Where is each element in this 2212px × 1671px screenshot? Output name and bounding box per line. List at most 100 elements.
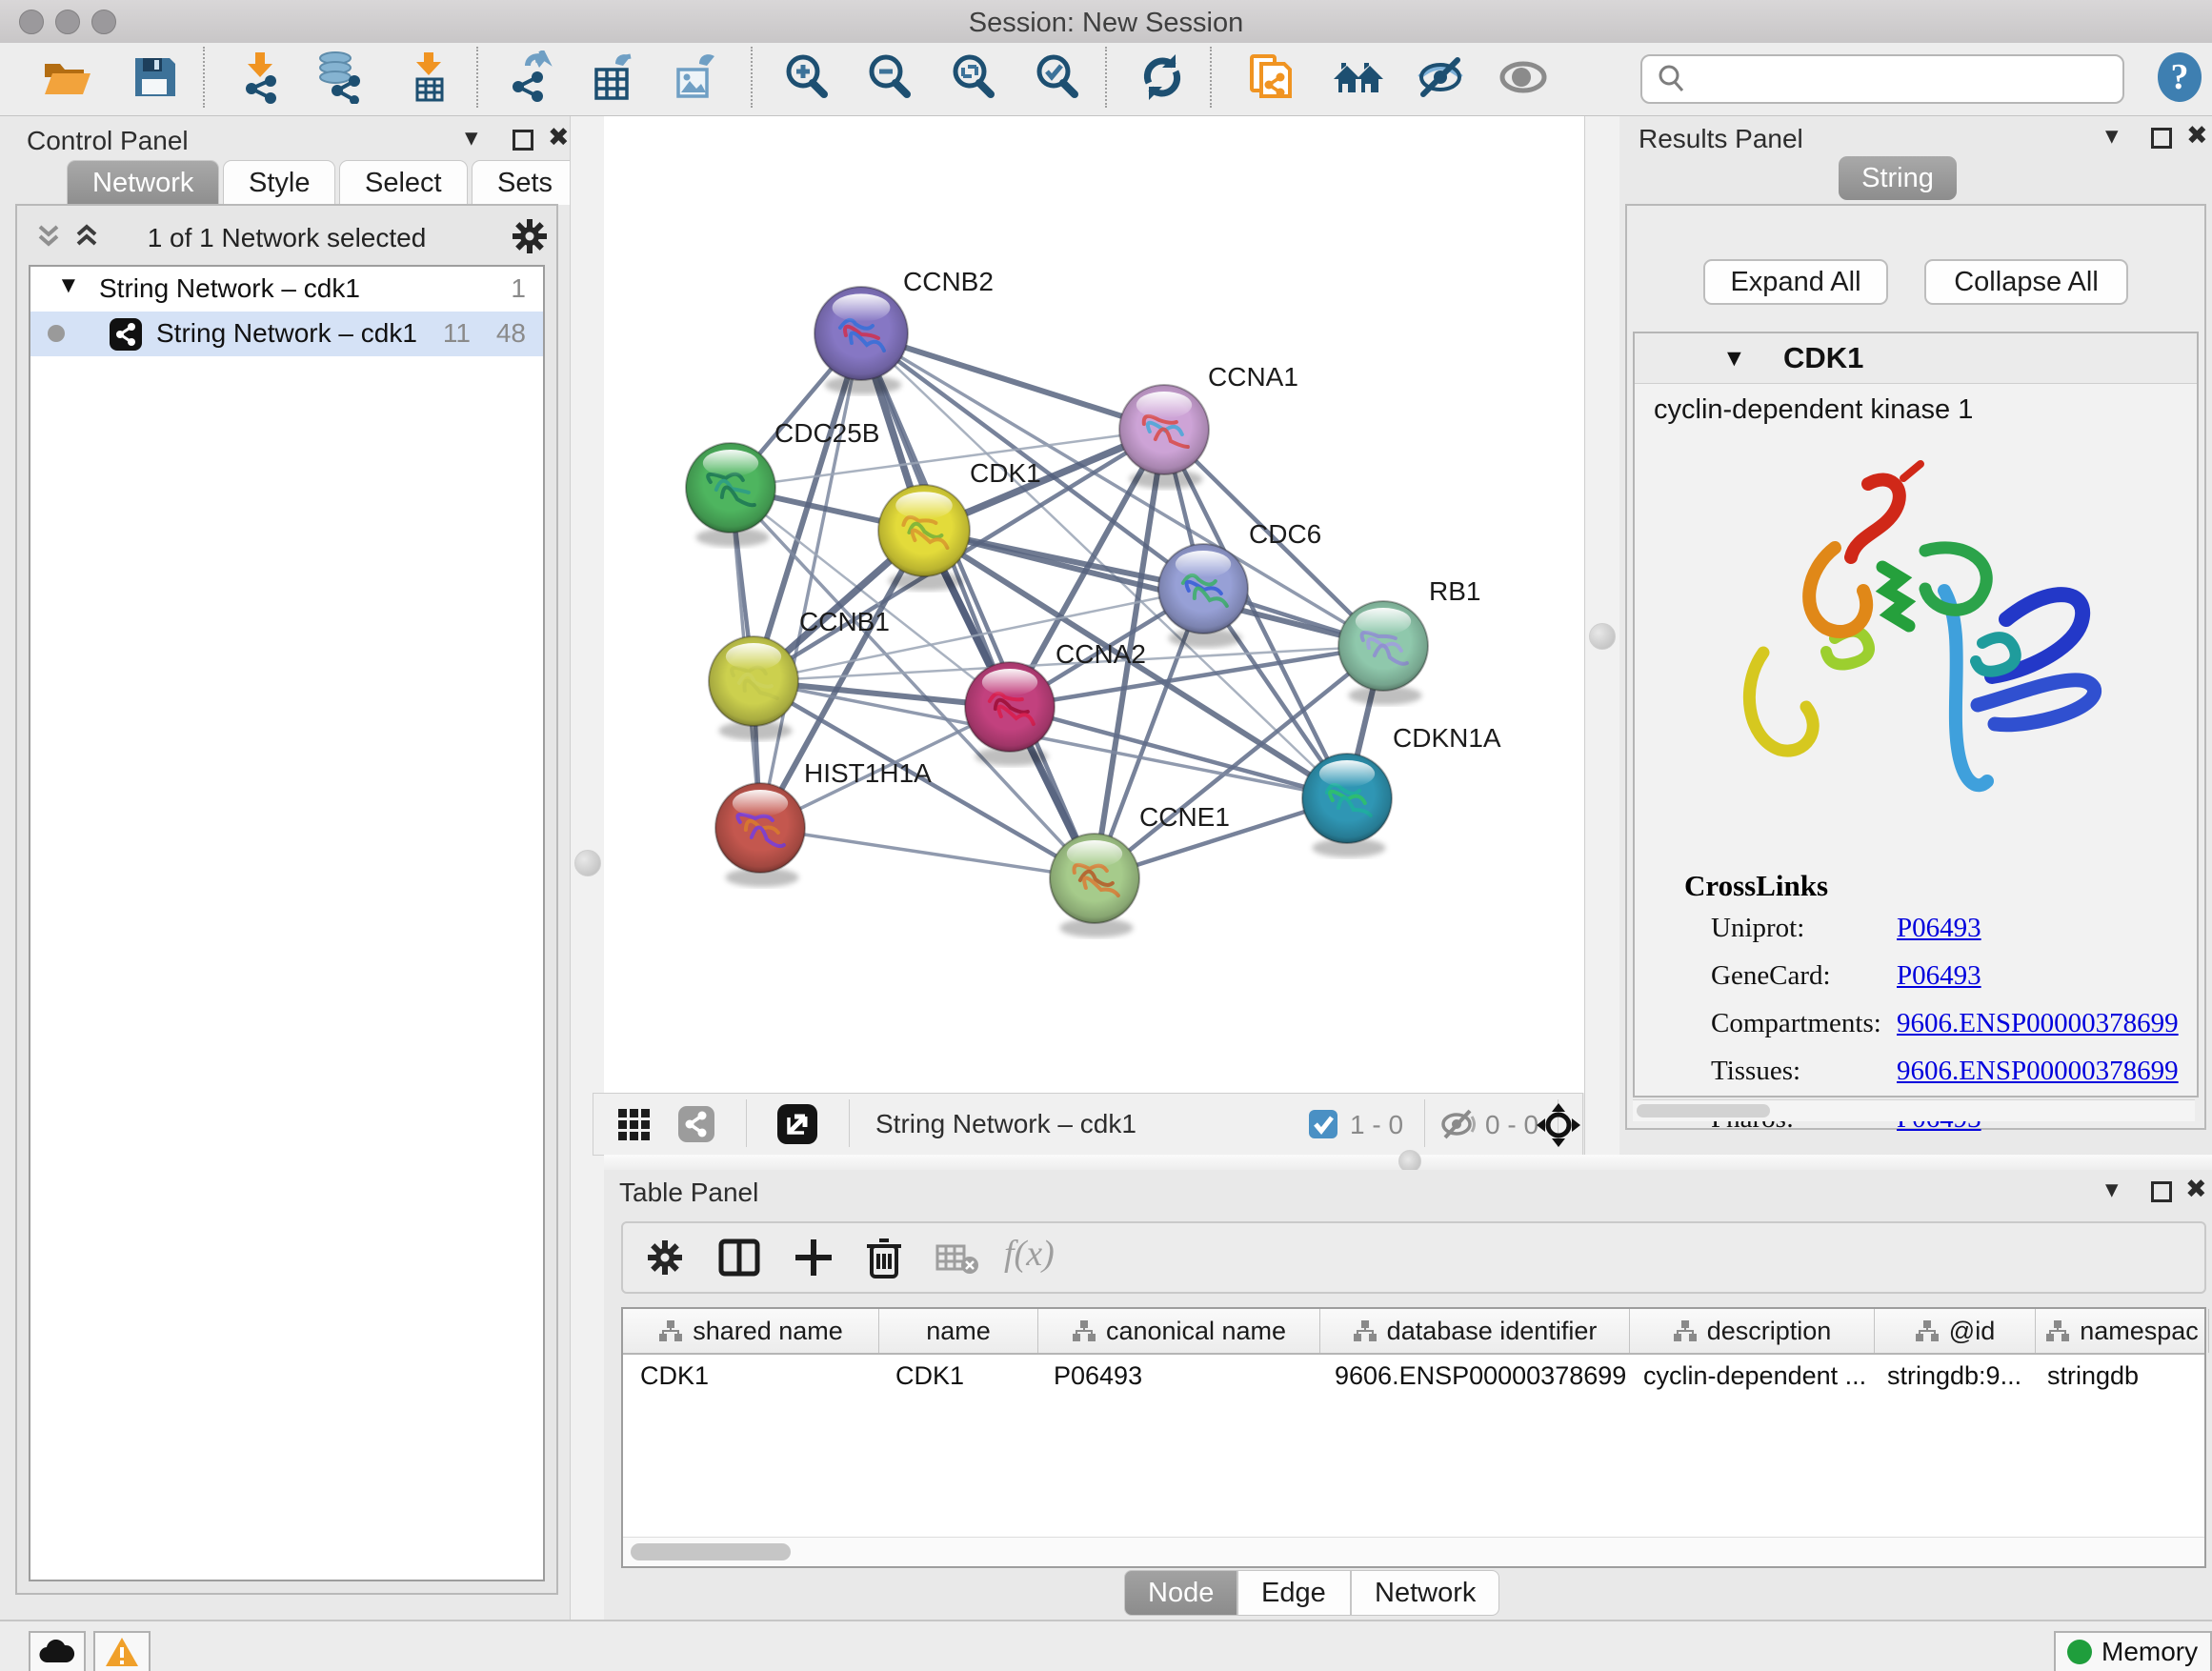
column-header-description[interactable]: description (1630, 1309, 1875, 1353)
show-columns-icon[interactable] (718, 1237, 760, 1278)
network-edge-CCNB2-CCNE1[interactable] (861, 333, 1095, 878)
network-options-gear-icon[interactable] (511, 217, 549, 255)
save-session-icon[interactable] (128, 50, 181, 104)
network-node-label: CDC6 (1249, 519, 1321, 549)
control-panel-float-icon[interactable] (513, 130, 533, 151)
table-panel-float-icon[interactable] (2151, 1181, 2172, 1202)
table-options-gear-icon[interactable] (646, 1238, 684, 1277)
export-image-icon[interactable] (669, 50, 722, 104)
results-panel-close-icon[interactable]: ✖ (2186, 122, 2208, 149)
network-node-CDKN1A[interactable] (1302, 754, 1392, 857)
add-column-icon[interactable] (793, 1237, 835, 1278)
tab-style[interactable]: Style (223, 160, 335, 205)
tab-sets[interactable]: Sets (472, 160, 578, 205)
import-table-icon[interactable] (402, 50, 455, 104)
network-node-CDC25B[interactable] (686, 443, 775, 547)
left-splitter[interactable] (570, 116, 606, 1620)
left-splitter-handle-icon[interactable] (574, 850, 601, 876)
delete-column-icon[interactable] (863, 1235, 905, 1280)
control-panel: Control Panel ▾ ✖ NetworkStyleSelectSets… (0, 116, 570, 1620)
network-node-HIST1H1A[interactable] (715, 783, 805, 887)
results-scrollbar-thumb[interactable] (1637, 1104, 1770, 1117)
tab-string[interactable]: String (1839, 156, 1957, 200)
expand-all-button[interactable]: Expand All (1703, 259, 1888, 305)
toolbar-separator (746, 1099, 747, 1147)
zoom-out-icon[interactable] (863, 50, 916, 104)
crosslink-url[interactable]: 9606.ENSP00000378699 (1897, 1008, 2179, 1039)
network-manager-panel: 1 of 1 Network selected ▼ String Network… (15, 204, 558, 1595)
import-network-file-icon[interactable] (234, 50, 288, 104)
protein-card-header[interactable]: ▼ CDK1 (1635, 333, 2197, 384)
cloud-button[interactable] (29, 1631, 86, 1671)
network-node-CCNB1[interactable] (709, 636, 798, 740)
crosslink-url[interactable]: 9606.ENSP00000378699 (1897, 1056, 2179, 1087)
network-node-CCNA1[interactable] (1119, 385, 1209, 489)
crosslink-url[interactable]: P06493 (1897, 913, 1981, 944)
control-panel-close-icon[interactable]: ✖ (548, 124, 570, 151)
toolbar-separator (1210, 47, 1212, 108)
crosslink-row: Compartments:9606.ENSP00000378699 (1711, 1008, 2168, 1039)
right-splitter[interactable] (1584, 116, 1623, 1155)
memory-button[interactable]: Memory (2054, 1631, 2212, 1671)
network-edge-CCNB2-CCNA1[interactable] (861, 333, 1164, 430)
network-node-RB1[interactable] (1338, 601, 1428, 705)
birdseye-icon[interactable] (1535, 1101, 1582, 1149)
column-header--id[interactable]: @id (1875, 1309, 2036, 1353)
detach-view-icon[interactable] (776, 1103, 818, 1145)
results-scrollbar[interactable] (1633, 1099, 2195, 1121)
collection-expand-icon[interactable]: ▼ (57, 272, 80, 299)
network-edge-CCNA2-CDKN1A[interactable] (1010, 707, 1347, 798)
zoom-selected-icon[interactable] (1031, 50, 1084, 104)
network-node-CCNB2[interactable] (814, 287, 908, 394)
collapse-all-button[interactable]: Collapse All (1924, 259, 2128, 305)
column-header-shared-name[interactable]: shared name (623, 1309, 879, 1353)
warning-button[interactable] (93, 1631, 151, 1671)
refresh-icon[interactable] (1136, 50, 1189, 104)
selected-checkbox-icon[interactable] (1308, 1109, 1338, 1139)
search-input[interactable] (1640, 54, 2124, 104)
network-row[interactable]: String Network – cdk1 11 48 (30, 312, 543, 356)
network-canvas[interactable]: CCNB2CCNA1CDC25BCDK1CDC6RB1CCNB1CCNA2CDK… (604, 116, 1584, 1093)
tab-select[interactable]: Select (339, 160, 468, 205)
crosslink-url[interactable]: P06493 (1897, 960, 1981, 992)
table-panel-close-icon[interactable]: ✖ (2185, 1176, 2207, 1202)
horizontal-splitter[interactable] (604, 1155, 2212, 1170)
network-collection-row[interactable]: ▼ String Network – cdk1 1 (30, 267, 543, 312)
table-hscrollbar[interactable] (623, 1537, 2204, 1566)
control-panel-menu-icon[interactable]: ▾ (465, 124, 478, 151)
right-splitter-handle-icon[interactable] (1589, 623, 1616, 650)
toolbar-separator (1424, 1099, 1425, 1147)
network-thumbnail-icon[interactable] (677, 1105, 715, 1143)
network-node-label: CCNA2 (1056, 639, 1146, 669)
network-node-label: RB1 (1429, 576, 1480, 606)
zoom-in-icon[interactable] (780, 50, 834, 104)
import-network-database-icon[interactable] (314, 50, 368, 104)
results-panel-float-icon[interactable] (2151, 128, 2172, 149)
tab-network[interactable]: Network (67, 160, 219, 205)
tab-node-table[interactable]: Node Table (1124, 1570, 1237, 1616)
tab-network-table[interactable]: Network Table (1351, 1570, 1499, 1616)
first-neighbors-icon[interactable] (1332, 50, 1385, 104)
table-row[interactable]: CDK1CDK1P064939606.ENSP00000378699cyclin… (623, 1355, 2204, 1397)
network-node-CCNE1[interactable] (1050, 834, 1139, 937)
help-icon[interactable]: ? (2151, 49, 2204, 102)
results-panel-menu-icon[interactable]: ▾ (2105, 122, 2119, 149)
table-hscrollbar-thumb[interactable] (631, 1543, 791, 1560)
export-network-icon[interactable] (505, 50, 558, 104)
open-session-icon[interactable] (40, 50, 93, 104)
column-header-canonical-name[interactable]: canonical name (1038, 1309, 1320, 1353)
grid-view-icon[interactable] (616, 1107, 653, 1143)
column-header-name[interactable]: name (879, 1309, 1038, 1353)
show-all-icon[interactable] (1497, 50, 1550, 104)
column-header-database-identifier[interactable]: database identifier (1320, 1309, 1630, 1353)
zoom-fit-icon[interactable] (947, 50, 1000, 104)
protein-collapse-icon[interactable]: ▼ (1722, 345, 1746, 372)
duplicate-network-icon[interactable] (1244, 50, 1297, 104)
network-edge-HIST1H1A-CCNE1[interactable] (760, 828, 1095, 878)
export-table-icon[interactable] (587, 50, 640, 104)
table-panel-menu-icon[interactable]: ▾ (2105, 1176, 2119, 1202)
hide-selected-icon[interactable] (1414, 50, 1467, 104)
network-edge-CCNB2-HIST1H1A[interactable] (760, 333, 861, 828)
column-header-namespac[interactable]: namespac (2036, 1309, 2209, 1353)
tab-edge-table[interactable]: Edge Table (1237, 1570, 1351, 1616)
